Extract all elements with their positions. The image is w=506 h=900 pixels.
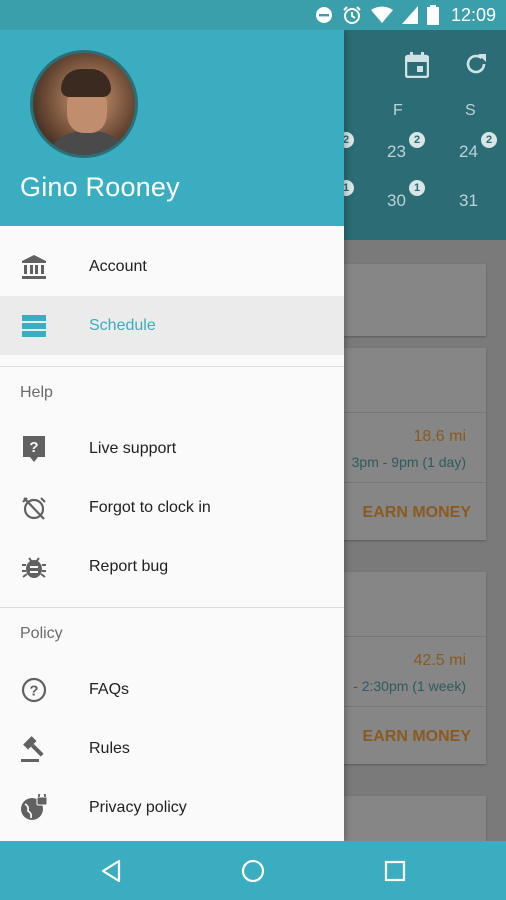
earn-money-button[interactable]: EARN MONEY <box>363 728 471 746</box>
battery-icon <box>426 5 439 25</box>
job-distance: 18.6 mi <box>413 428 466 445</box>
menu-item-rules[interactable]: Rules <box>0 719 344 778</box>
home-icon[interactable] <box>237 855 269 887</box>
help-circle-icon: ? <box>20 676 48 704</box>
status-bar: 12:09 <box>0 0 506 30</box>
menu-item-label: Rules <box>89 739 130 757</box>
user-name: Gino Rooney <box>20 172 180 202</box>
avatar[interactable] <box>30 50 138 158</box>
bug-icon <box>20 553 48 581</box>
menu-item-label: Forgot to clock in <box>89 498 211 516</box>
menu-item-label: Live support <box>89 439 177 457</box>
live-support-icon: ? <box>20 435 48 463</box>
menu-item-faqs[interactable]: ? FAQs <box>0 660 344 719</box>
refresh-icon[interactable] <box>464 52 488 81</box>
earn-money-button[interactable]: EARN MONEY <box>363 504 471 522</box>
weekday-label: F <box>393 102 403 119</box>
calendar-icon[interactable] <box>404 52 430 83</box>
menu-item-schedule[interactable]: Schedule <box>0 296 344 355</box>
menu-item-label: Account <box>89 257 147 275</box>
back-icon[interactable] <box>95 855 127 887</box>
status-time: 12:09 <box>450 4 496 25</box>
date-cell[interactable]: 31 <box>459 191 478 211</box>
alarm-icon <box>342 5 362 25</box>
globe-lock-icon <box>20 793 48 822</box>
svg-text:?: ? <box>29 682 38 699</box>
menu-item-forgot-clock-in[interactable]: Forgot to clock in <box>0 478 344 537</box>
section-title-policy: Policy <box>20 625 63 642</box>
menu-item-privacy-policy[interactable]: Privacy policy <box>0 778 344 837</box>
navigation-drawer: Gino Rooney Account Schedule Help ? Live… <box>0 30 344 841</box>
date-badge: 2 <box>481 132 497 148</box>
svg-text:?: ? <box>29 439 38 456</box>
do-not-disturb-icon <box>315 6 333 24</box>
date-cell[interactable]: 24 <box>459 142 478 162</box>
menu-item-label: Schedule <box>89 316 156 334</box>
wifi-icon <box>370 6 393 24</box>
menu-item-report-bug[interactable]: Report bug <box>0 537 344 596</box>
date-cell[interactable]: 23 <box>387 142 406 162</box>
menu-item-label: FAQs <box>89 680 130 698</box>
system-nav-bar <box>0 841 506 900</box>
signal-icon <box>401 6 418 24</box>
gavel-icon <box>20 735 48 763</box>
menu-item-label: Report bug <box>89 557 169 575</box>
drawer-header: Gino Rooney <box>0 30 344 226</box>
job-dates: - 2:30pm (1 week) <box>353 678 466 694</box>
menu-item-live-support[interactable]: ? Live support <box>0 419 344 478</box>
job-distance: 42.5 mi <box>413 652 466 669</box>
date-badge: 1 <box>409 180 425 196</box>
schedule-icon <box>20 312 48 340</box>
menu-item-label: Privacy policy <box>89 798 187 816</box>
job-dates: 3pm - 9pm (1 day) <box>351 454 466 470</box>
weekday-label: S <box>465 102 476 119</box>
alarm-off-icon <box>20 494 48 522</box>
date-cell[interactable]: 30 <box>387 191 406 211</box>
date-badge: 2 <box>409 132 425 148</box>
section-title-help: Help <box>20 384 53 401</box>
recents-icon[interactable] <box>379 855 411 887</box>
menu-item-account[interactable]: Account <box>0 237 344 296</box>
bank-icon <box>20 253 48 281</box>
